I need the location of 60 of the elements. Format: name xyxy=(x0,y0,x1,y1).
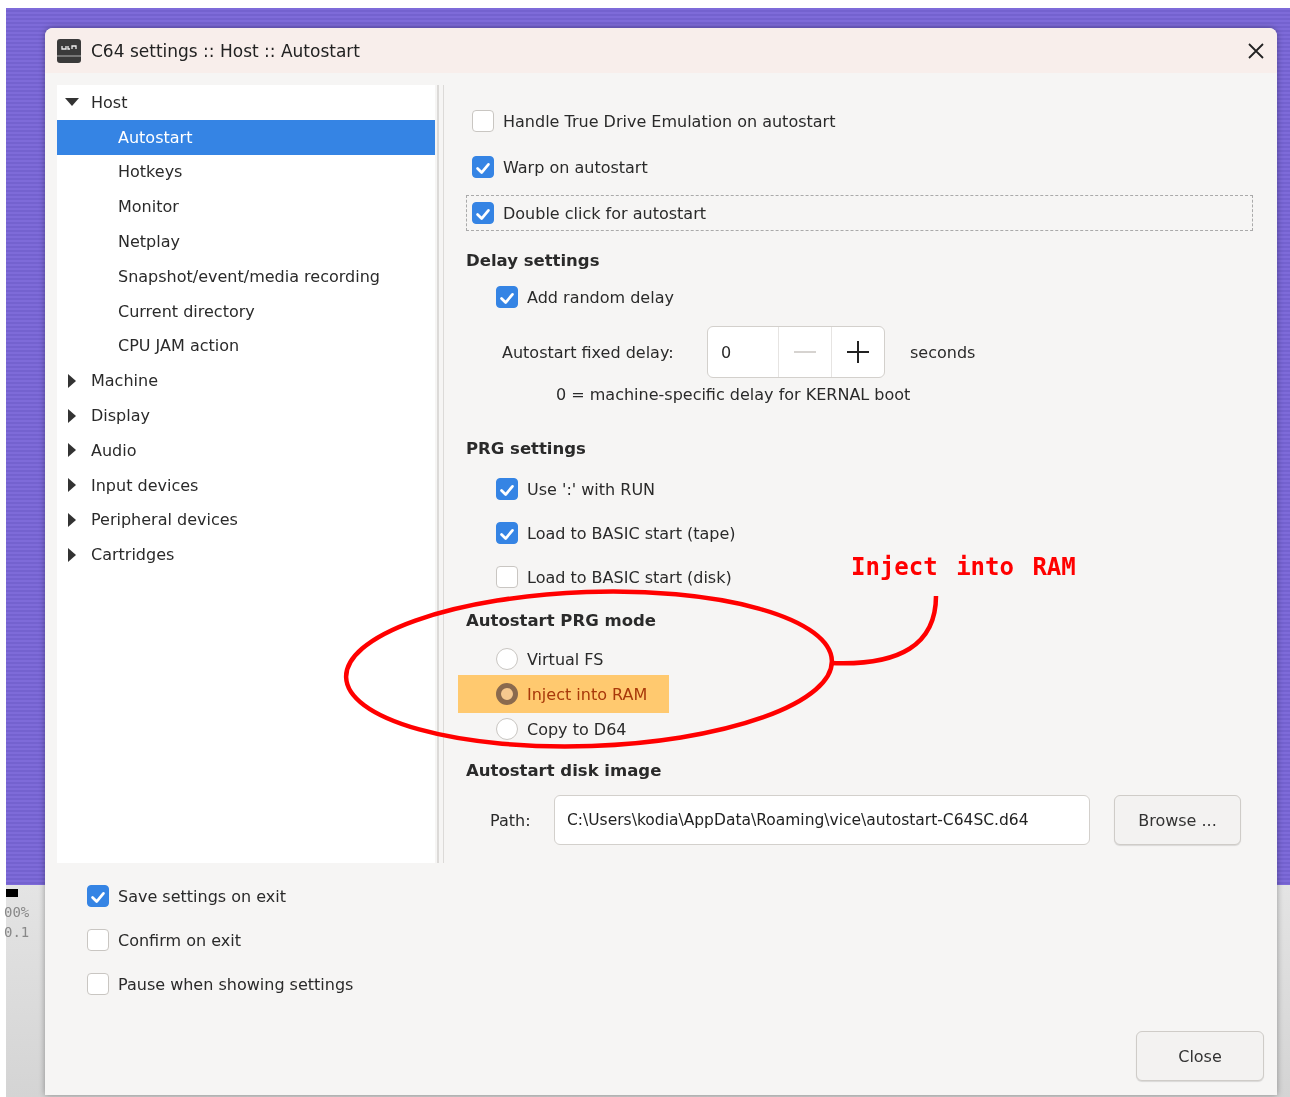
checkbox[interactable] xyxy=(87,929,109,951)
tree-item[interactable]: Autostart xyxy=(57,119,435,155)
section-heading: Autostart disk image xyxy=(466,759,663,782)
checkbox[interactable] xyxy=(496,566,518,588)
checkbox[interactable] xyxy=(472,156,494,178)
section-heading: Autostart PRG mode xyxy=(466,609,657,632)
tree-item[interactable]: Hotkeys xyxy=(57,154,435,190)
hint-text: 0 = machine-specific delay for KERNAL boot xyxy=(555,385,912,406)
checkbox[interactable] xyxy=(496,478,518,500)
close-button[interactable]: Close xyxy=(1136,1031,1264,1081)
checkbox-label: Double click for autostart xyxy=(503,203,706,223)
section-heading: PRG settings xyxy=(466,437,587,460)
plus-icon[interactable] xyxy=(847,341,869,363)
tree-item[interactable]: Netplay xyxy=(57,224,435,259)
field-label: Path: xyxy=(490,810,532,830)
tree-item[interactable]: Host xyxy=(57,85,435,120)
status-text: 00% xyxy=(4,903,30,922)
tree-item[interactable]: Snapshot/event/media recording xyxy=(57,259,435,294)
unit-label: seconds xyxy=(910,342,976,362)
checkbox-label: Load to BASIC start (disk) xyxy=(527,567,732,587)
checkbox[interactable] xyxy=(496,522,518,544)
tree-item[interactable]: Current directory xyxy=(57,293,435,329)
tree-item[interactable]: Audio xyxy=(57,432,435,468)
checkbox[interactable] xyxy=(472,110,494,132)
tree-item[interactable]: Input devices xyxy=(57,467,435,503)
checkbox-label: Confirm on exit xyxy=(118,930,241,950)
close-icon[interactable] xyxy=(1247,41,1265,60)
tree-item[interactable]: Machine xyxy=(57,363,435,399)
checkbox-label: Load to BASIC start (tape) xyxy=(527,523,736,543)
checkbox-label: Add random delay xyxy=(527,287,674,307)
tree-item[interactable]: Cartridges xyxy=(57,537,435,573)
path-field[interactable]: C:\Users\kodia\AppData\Roaming\vice\autostart-C64SC.d64 xyxy=(554,795,1090,845)
checkbox[interactable] xyxy=(496,286,518,308)
checkbox[interactable] xyxy=(87,973,109,995)
radio-button[interactable] xyxy=(496,648,518,670)
browse-button[interactable]: Browse ... xyxy=(1114,795,1241,845)
tree-item[interactable]: Peripheral devices xyxy=(57,502,435,538)
field-label: Autostart fixed delay: xyxy=(502,342,675,362)
radio-label: Copy to D64 xyxy=(527,719,627,739)
radio-label: Virtual FS xyxy=(527,649,604,669)
section-heading: Delay settings xyxy=(466,249,601,272)
radio-button[interactable] xyxy=(496,683,518,705)
checkbox-label: Save settings on exit xyxy=(118,886,286,906)
checkbox-label: Warp on autostart xyxy=(503,157,648,177)
delay-spinner[interactable]: 0 xyxy=(707,326,885,378)
status-text: 0.1 xyxy=(4,923,30,942)
window-title: C64 settings :: Host :: Autostart xyxy=(91,40,361,61)
tree-item[interactable]: Monitor xyxy=(57,189,435,225)
radio-button[interactable] xyxy=(496,718,518,740)
app-icon xyxy=(57,38,81,63)
checkbox-label: Handle True Drive Emulation on autostart xyxy=(503,111,836,131)
tree-item[interactable]: CPU JAM action xyxy=(57,328,435,364)
checkbox-label: Use ':' with RUN xyxy=(527,479,656,499)
tree-item[interactable]: Display xyxy=(57,398,435,433)
checkbox[interactable] xyxy=(87,885,109,907)
annotation-label: Inject into RAM xyxy=(851,553,1076,581)
checkbox-label: Pause when showing settings xyxy=(118,974,354,994)
cursor-block xyxy=(6,889,18,897)
radio-label: Inject into RAM xyxy=(527,684,648,704)
checkbox[interactable] xyxy=(472,202,494,224)
